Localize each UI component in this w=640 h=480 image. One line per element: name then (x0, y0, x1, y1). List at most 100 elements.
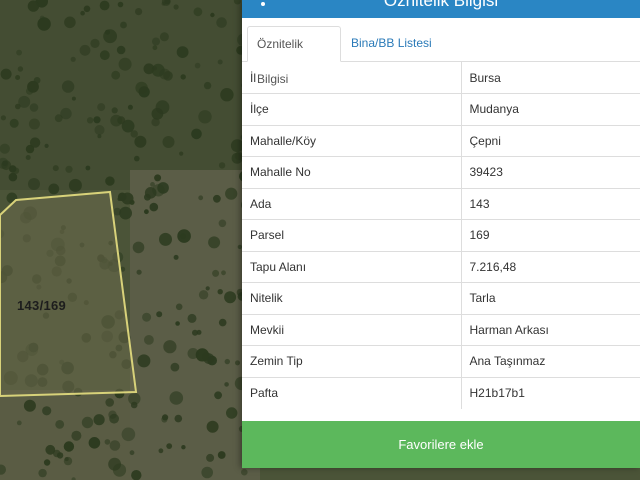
tree (224, 382, 229, 387)
tree (212, 269, 220, 277)
tree (116, 45, 126, 55)
tree (48, 183, 60, 195)
tree (203, 81, 212, 90)
tree (206, 420, 219, 433)
attribute-value: H21b17b1 (461, 376, 640, 409)
tree (151, 63, 165, 77)
tree (163, 340, 177, 354)
tree (99, 50, 110, 61)
tree (214, 391, 223, 400)
tree (158, 448, 164, 454)
tree (97, 103, 106, 112)
tree (170, 362, 180, 372)
tree (217, 451, 226, 459)
tree (86, 117, 94, 124)
add-to-favorites-button[interactable]: Favorilere ekle (242, 421, 640, 468)
tree (14, 103, 21, 110)
tree (220, 88, 234, 102)
tree (83, 5, 91, 13)
tree (54, 114, 63, 123)
tree (29, 103, 39, 112)
tree (198, 110, 212, 124)
tree (218, 162, 226, 169)
tree (208, 236, 221, 249)
tree (27, 0, 40, 12)
tree (42, 406, 52, 416)
tree (159, 232, 172, 246)
tree (144, 335, 154, 345)
tree (118, 57, 132, 71)
tree (138, 86, 150, 98)
tree (166, 443, 173, 449)
attribute-key: Mahalle/Köy (242, 124, 462, 157)
tree (196, 329, 202, 335)
tree (110, 114, 123, 127)
attribute-table: İl Bursa İlçe Mudanya Mahalle/Köy Çepni Mahall… (242, 62, 640, 409)
tree (127, 104, 133, 110)
tree (71, 430, 82, 441)
tree (93, 116, 101, 124)
tree (113, 207, 122, 216)
tree (129, 450, 135, 456)
tree (0, 143, 10, 154)
tree (111, 70, 121, 80)
tree (23, 399, 36, 412)
tree (38, 468, 47, 478)
tree (132, 241, 145, 254)
table-row: Nitelik Tarla (242, 282, 640, 314)
tree (27, 80, 39, 93)
tree (64, 16, 76, 29)
tree (63, 456, 73, 466)
tree (213, 194, 221, 203)
tree (112, 463, 127, 477)
tree (28, 178, 40, 190)
tree (226, 407, 238, 419)
tree (0, 68, 12, 80)
table-row: Mevkii Harman Arkası (242, 313, 640, 346)
tree (217, 59, 223, 65)
attribute-value: Tarla (461, 282, 640, 314)
tree (85, 165, 91, 171)
table-row: İlçe Mudanya (242, 93, 640, 125)
tree (0, 115, 6, 121)
tree (155, 100, 170, 115)
tree (195, 348, 209, 362)
tree (93, 414, 105, 426)
attribute-key: Parsel (242, 219, 462, 251)
tree (88, 437, 101, 449)
tree (105, 29, 110, 35)
tab-attribute-info[interactable]: Öznitelik Bilgisi (247, 26, 341, 86)
tree (65, 165, 73, 173)
tree (80, 10, 85, 16)
attribute-key: Pafta (242, 376, 462, 409)
tree (179, 151, 184, 156)
tree (131, 470, 142, 480)
tab-building-list[interactable]: Bina/BB Listesi (342, 26, 441, 61)
tree (206, 453, 215, 462)
tree (159, 32, 169, 42)
tree (162, 136, 175, 148)
tree (221, 270, 226, 276)
tree (130, 401, 138, 409)
attribute-value: Çepni (461, 124, 640, 157)
tree (175, 321, 180, 326)
attribute-value: 143 (461, 187, 640, 220)
tree (224, 291, 237, 304)
tree (152, 66, 157, 71)
tree (109, 440, 121, 451)
attribute-key: Nitelik (242, 282, 462, 314)
tree (201, 466, 213, 479)
attribute-key: Ada (242, 187, 462, 220)
tree (43, 459, 51, 466)
attribute-key: Mahalle No (242, 156, 462, 188)
tree (2, 160, 8, 166)
tree (191, 128, 202, 140)
table-row: Zemin Tip Ana Taşınmaz (242, 345, 640, 377)
tree (15, 75, 21, 80)
attribute-value: Mudanya (461, 93, 640, 125)
table-row: Pafta H21b17b1 (242, 376, 640, 409)
tree (52, 165, 59, 172)
tree (16, 420, 22, 426)
tree (156, 311, 163, 318)
tree (235, 360, 240, 366)
